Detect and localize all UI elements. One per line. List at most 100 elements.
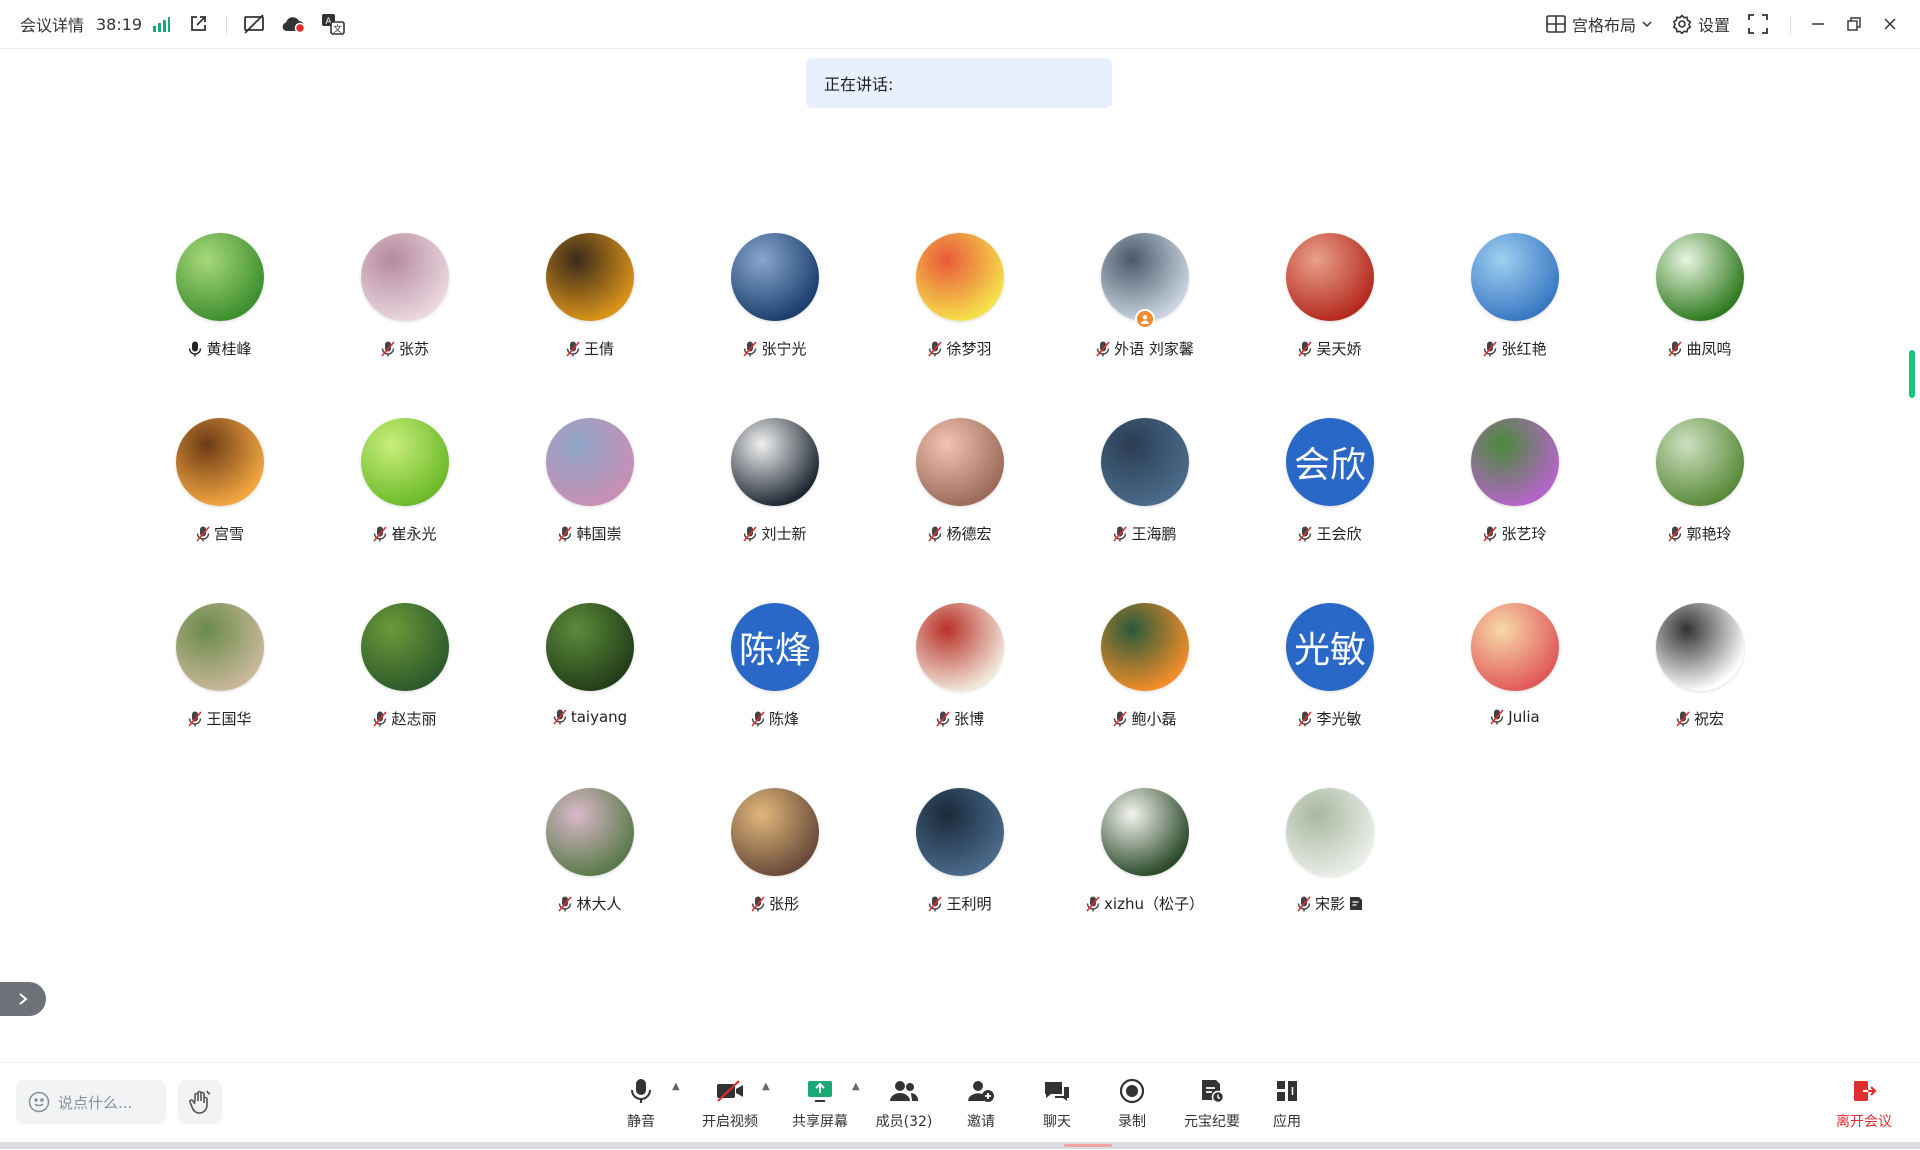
share-screen-label: 共享屏幕 bbox=[792, 1114, 848, 1130]
participant-tile[interactable]: 鲍小磊 bbox=[1053, 603, 1237, 743]
start-video-button[interactable]: 开启视频 bbox=[698, 1075, 762, 1135]
participant-tile[interactable]: 黄桂峰 bbox=[128, 233, 312, 373]
participant-tile[interactable]: 宋影 bbox=[1238, 788, 1422, 928]
participant-name: 王倩 bbox=[583, 340, 614, 358]
participant-tile[interactable]: 宫雪 bbox=[128, 418, 312, 558]
participant-tile[interactable]: 光敏李光敏 bbox=[1238, 603, 1422, 743]
participant-tile[interactable]: 刘士新 bbox=[683, 418, 867, 558]
participant-tile[interactable]: 张红艳 bbox=[1423, 233, 1607, 373]
participant-name: 祝宏 bbox=[1693, 710, 1724, 728]
chat-quick-input[interactable]: 说点什么... bbox=[16, 1080, 166, 1124]
participant-name: 李光敏 bbox=[1316, 710, 1362, 728]
participant-tile[interactable]: 赵志丽 bbox=[313, 603, 497, 743]
mute-label: 静音 bbox=[627, 1114, 655, 1130]
share-options-caret[interactable]: ▲ bbox=[852, 1081, 860, 1092]
avatar-initials: 会欣 bbox=[1286, 418, 1374, 506]
participant-tile[interactable]: 张宁光 bbox=[683, 233, 867, 373]
participant-tile[interactable]: 祝宏 bbox=[1608, 603, 1792, 743]
participant-name-row: xizhu（松子） bbox=[1053, 893, 1237, 914]
participant-tile[interactable]: 吴天娇 bbox=[1238, 233, 1422, 373]
participant-tile[interactable]: xizhu（松子） bbox=[1053, 788, 1237, 928]
participant-tile[interactable]: 张彤 bbox=[683, 788, 867, 928]
participant-tile[interactable]: 陈烽 陈烽 bbox=[683, 603, 867, 743]
avatar bbox=[546, 788, 634, 876]
chat-button[interactable]: 聊天 bbox=[1040, 1075, 1074, 1135]
mute-button[interactable]: 静音 bbox=[624, 1075, 658, 1135]
participant-tile[interactable]: 杨德宏 bbox=[868, 418, 1052, 558]
participant-tile[interactable]: 曲凤鸣 bbox=[1608, 233, 1792, 373]
participant-tile[interactable]: 张博 bbox=[868, 603, 1052, 743]
members-button[interactable]: 成员(32) bbox=[876, 1075, 932, 1135]
signal-icon[interactable] bbox=[152, 0, 170, 48]
avatar-initials: 光敏 bbox=[1286, 603, 1374, 691]
participant-tile[interactable]: 王国华 bbox=[128, 603, 312, 743]
mic-muted-icon bbox=[1113, 710, 1128, 727]
participant-name-row: 曲凤鸣 bbox=[1608, 338, 1792, 359]
top-bar: 会议详情 38:19 A 文 宫格布局 设置 bbox=[0, 0, 1920, 49]
close-icon[interactable] bbox=[1882, 0, 1898, 48]
minimize-icon[interactable] bbox=[1810, 0, 1826, 48]
meeting-details-link[interactable]: 会议详情 bbox=[20, 0, 84, 48]
participant-tile[interactable]: 外语 刘家馨 bbox=[1053, 233, 1237, 373]
audio-options-caret[interactable]: ▲ bbox=[672, 1081, 680, 1092]
participant-tile[interactable]: 张苏 bbox=[313, 233, 497, 373]
record-button[interactable]: 录制 bbox=[1115, 1075, 1149, 1135]
restore-icon[interactable] bbox=[1846, 0, 1862, 48]
participant-tile[interactable]: 徐梦羽 bbox=[868, 233, 1052, 373]
translate-icon[interactable]: A 文 bbox=[321, 0, 345, 48]
participant-tile[interactable]: 王倩 bbox=[498, 233, 682, 373]
participant-name: 鲍小磊 bbox=[1131, 710, 1177, 728]
apps-button[interactable]: 应用 bbox=[1270, 1075, 1304, 1135]
window-bottom-edge bbox=[0, 1142, 1920, 1149]
avatar bbox=[546, 233, 634, 321]
minutes-icon bbox=[1196, 1075, 1228, 1107]
avatar bbox=[1471, 603, 1559, 691]
gear-icon bbox=[1672, 14, 1692, 34]
video-options-caret[interactable]: ▲ bbox=[762, 1081, 770, 1092]
participant-tile[interactable]: taiyang bbox=[498, 603, 682, 743]
apps-label: 应用 bbox=[1273, 1114, 1301, 1130]
settings-button[interactable]: 设置 bbox=[1672, 0, 1730, 48]
microphone-icon bbox=[188, 341, 202, 357]
participant-tile[interactable]: 王利明 bbox=[868, 788, 1052, 928]
chevron-down-icon bbox=[1642, 21, 1652, 28]
scrollbar-thumb[interactable] bbox=[1909, 350, 1915, 398]
participant-name: 张博 bbox=[953, 710, 984, 728]
participant-tile[interactable]: 韩国崇 bbox=[498, 418, 682, 558]
chat-label: 聊天 bbox=[1043, 1114, 1071, 1130]
participant-tile[interactable]: 王海鹏 bbox=[1053, 418, 1237, 558]
mic-muted-icon bbox=[743, 525, 758, 542]
participant-name-row: 徐梦羽 bbox=[868, 338, 1052, 359]
raise-hand-button[interactable] bbox=[178, 1080, 222, 1124]
avatar bbox=[1101, 418, 1189, 506]
participant-name: 张彤 bbox=[768, 895, 799, 913]
minutes-button[interactable]: 元宝纪要 bbox=[1180, 1075, 1244, 1135]
avatar bbox=[1101, 788, 1189, 876]
mic-muted-icon bbox=[928, 340, 943, 357]
participant-name-row: 王会欣 bbox=[1238, 523, 1422, 544]
participant-name: 王海鹏 bbox=[1131, 525, 1177, 543]
participant-tile[interactable]: Julia bbox=[1423, 603, 1607, 743]
mic-muted-icon bbox=[936, 710, 950, 727]
participant-name-row: taiyang bbox=[498, 708, 682, 726]
layout-button[interactable]: 宫格布局 bbox=[1546, 0, 1652, 48]
participant-tile[interactable]: 林大人 bbox=[498, 788, 682, 928]
participant-name: 郭艳玲 bbox=[1686, 525, 1732, 543]
screen-off-icon[interactable] bbox=[243, 0, 265, 48]
participant-tile[interactable]: 张艺玲 bbox=[1423, 418, 1607, 558]
cloud-record-icon[interactable] bbox=[281, 0, 305, 48]
mic-muted-icon bbox=[1483, 340, 1498, 357]
leave-meeting-button[interactable]: 离开会议 bbox=[1834, 1075, 1894, 1135]
participant-name: 吴天娇 bbox=[1316, 340, 1362, 358]
invite-button[interactable]: 邀请 bbox=[964, 1075, 998, 1135]
participant-tile[interactable]: 崔永光 bbox=[313, 418, 497, 558]
share-screen-button[interactable]: 共享屏幕 bbox=[788, 1075, 852, 1135]
share-link-icon[interactable] bbox=[188, 0, 208, 48]
participant-name: 赵志丽 bbox=[391, 710, 437, 728]
participant-name: 外语 刘家馨 bbox=[1114, 340, 1194, 358]
participant-name-row: 王国华 bbox=[128, 708, 312, 729]
participant-tile[interactable]: 会欣 王会欣 bbox=[1238, 418, 1422, 558]
participant-tile[interactable]: 郭艳玲 bbox=[1608, 418, 1792, 558]
fullscreen-icon[interactable] bbox=[1748, 0, 1768, 48]
expand-panel-button[interactable] bbox=[0, 982, 46, 1016]
